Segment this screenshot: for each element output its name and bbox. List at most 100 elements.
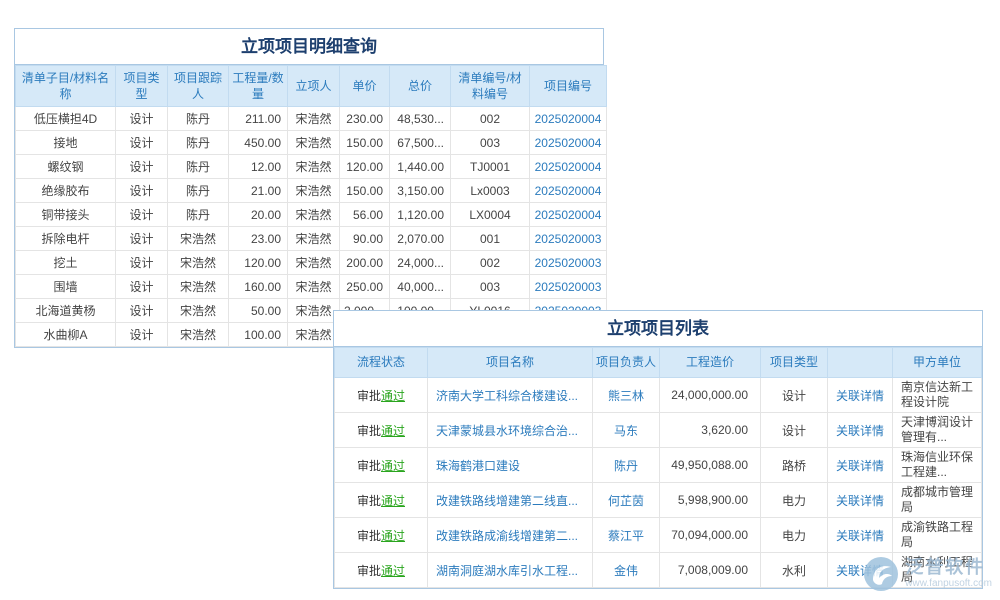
status-approved-link[interactable]: 通过 [381,459,405,473]
client-unit-cell: 成渝铁路工程局 [893,518,982,553]
cell: 120.00 [229,251,288,275]
table-row: 低压横担4D设计陈丹211.00宋浩然230.0048,530...002202… [16,107,607,131]
cell: 67,500... [390,131,451,155]
column-header [828,348,893,378]
project-owner-link[interactable]: 金伟 [614,564,638,578]
project-name-link[interactable]: 改建铁路成渝线增建第二... [436,529,578,543]
project-type-cell: 路桥 [761,448,828,483]
column-header: 流程状态 [335,348,428,378]
project-owner-link[interactable]: 蔡江平 [608,529,644,543]
cell: 2025020004 [530,203,607,227]
cell: 设计 [116,275,168,299]
table-row: 审批通过改建铁路线增建第二线直...何芷茵5,998,900.00电力关联详情成… [335,483,982,518]
column-header: 项目类型 [761,348,828,378]
cell: 宋浩然 [168,251,229,275]
project-type-cell: 水利 [761,553,828,588]
project-number-link[interactable]: 2025020004 [535,208,602,222]
cell: LX0004 [451,203,530,227]
status-approved-link[interactable]: 通过 [381,494,405,508]
related-detail-cell: 关联详情 [828,378,893,413]
project-name-link[interactable]: 济南大学工科综合楼建设... [436,389,578,403]
project-name-link[interactable]: 天津蒙城县水环境综合治... [436,424,578,438]
detail-header-row: 清单子目/材料名称项目类型项目跟踪人工程量/数量立项人单价总价清单编号/材料编号… [16,66,607,107]
column-header: 项目名称 [428,348,593,378]
cell: 002 [451,251,530,275]
project-number-link[interactable]: 2025020003 [535,232,602,246]
status-label: 审批 [357,389,381,403]
table-row: 接地设计陈丹450.00宋浩然150.0067,500...0032025020… [16,131,607,155]
table-row: 铜带接头设计陈丹20.00宋浩然56.001,120.00LX000420250… [16,203,607,227]
project-name-cell: 珠海鹤港口建设 [428,448,593,483]
cell: 低压横担4D [16,107,116,131]
column-header: 工程量/数量 [229,66,288,107]
cell: 陈丹 [168,203,229,227]
status-label: 审批 [357,494,381,508]
project-number-link[interactable]: 2025020004 [535,112,602,126]
status-label: 审批 [357,459,381,473]
cell: 2025020003 [530,227,607,251]
project-name-cell: 济南大学工科综合楼建设... [428,378,593,413]
related-detail-link[interactable]: 关联详情 [836,389,884,403]
table-row: 审批通过济南大学工科综合楼建设...熊三林24,000,000.00设计关联详情… [335,378,982,413]
project-owner-cell: 陈丹 [593,448,660,483]
cell: 宋浩然 [168,275,229,299]
project-type-cell: 设计 [761,413,828,448]
project-number-link[interactable]: 2025020004 [535,160,602,174]
related-detail-link[interactable]: 关联详情 [836,459,884,473]
status-cell: 审批通过 [335,413,428,448]
cell: 宋浩然 [288,107,340,131]
cell: 围墙 [16,275,116,299]
project-owner-cell: 金伟 [593,553,660,588]
cell: 设计 [116,203,168,227]
cell: 挖土 [16,251,116,275]
cell: 1,440.00 [390,155,451,179]
watermark-brand: 泛普软件 [905,558,992,578]
project-owner-link[interactable]: 陈丹 [614,459,638,473]
status-approved-link[interactable]: 通过 [381,529,405,543]
cell: TJ0001 [451,155,530,179]
cell: 1,120.00 [390,203,451,227]
cell: 设计 [116,131,168,155]
related-detail-link[interactable]: 关联详情 [836,529,884,543]
status-approved-link[interactable]: 通过 [381,389,405,403]
project-owner-link[interactable]: 熊三林 [608,389,644,403]
cell: 90.00 [340,227,390,251]
column-header: 单价 [340,66,390,107]
cell: 150.00 [340,131,390,155]
project-number-link[interactable]: 2025020004 [535,184,602,198]
status-approved-link[interactable]: 通过 [381,564,405,578]
detail-panel-title: 立项项目明细查询 [15,29,603,65]
related-detail-link[interactable]: 关联详情 [836,424,884,438]
column-header: 项目负责人 [593,348,660,378]
related-detail-link[interactable]: 关联详情 [836,494,884,508]
cell: 设计 [116,323,168,347]
client-unit-cell: 南京信达新工程设计院 [893,378,982,413]
cell: 北海道黄杨 [16,299,116,323]
cell: 2025020004 [530,131,607,155]
cell: 24,000... [390,251,451,275]
project-cost-cell: 3,620.00 [660,413,761,448]
project-name-link[interactable]: 改建铁路线增建第二线直... [436,494,578,508]
watermark-url: www.fanpusoft.com [905,578,992,590]
cell: 设计 [116,251,168,275]
cell: 宋浩然 [288,299,340,323]
cell: 宋浩然 [168,299,229,323]
cell: 宋浩然 [168,323,229,347]
project-name-cell: 改建铁路线增建第二线直... [428,483,593,518]
status-label: 审批 [357,529,381,543]
project-list-panel: 立项项目列表 流程状态项目名称项目负责人工程造价项目类型甲方单位 审批通过济南大… [333,310,983,589]
column-header: 立项人 [288,66,340,107]
project-owner-link[interactable]: 何芷茵 [608,494,644,508]
project-number-link[interactable]: 2025020003 [535,280,602,294]
project-owner-cell: 马东 [593,413,660,448]
project-owner-link[interactable]: 马东 [614,424,638,438]
cell: 铜带接头 [16,203,116,227]
cell: 12.00 [229,155,288,179]
status-approved-link[interactable]: 通过 [381,424,405,438]
status-cell: 审批通过 [335,448,428,483]
project-name-link[interactable]: 珠海鹤港口建设 [436,459,520,473]
project-number-link[interactable]: 2025020004 [535,136,602,150]
project-name-link[interactable]: 湖南洞庭湖水库引水工程... [436,564,578,578]
cell: 宋浩然 [288,131,340,155]
project-number-link[interactable]: 2025020003 [535,256,602,270]
